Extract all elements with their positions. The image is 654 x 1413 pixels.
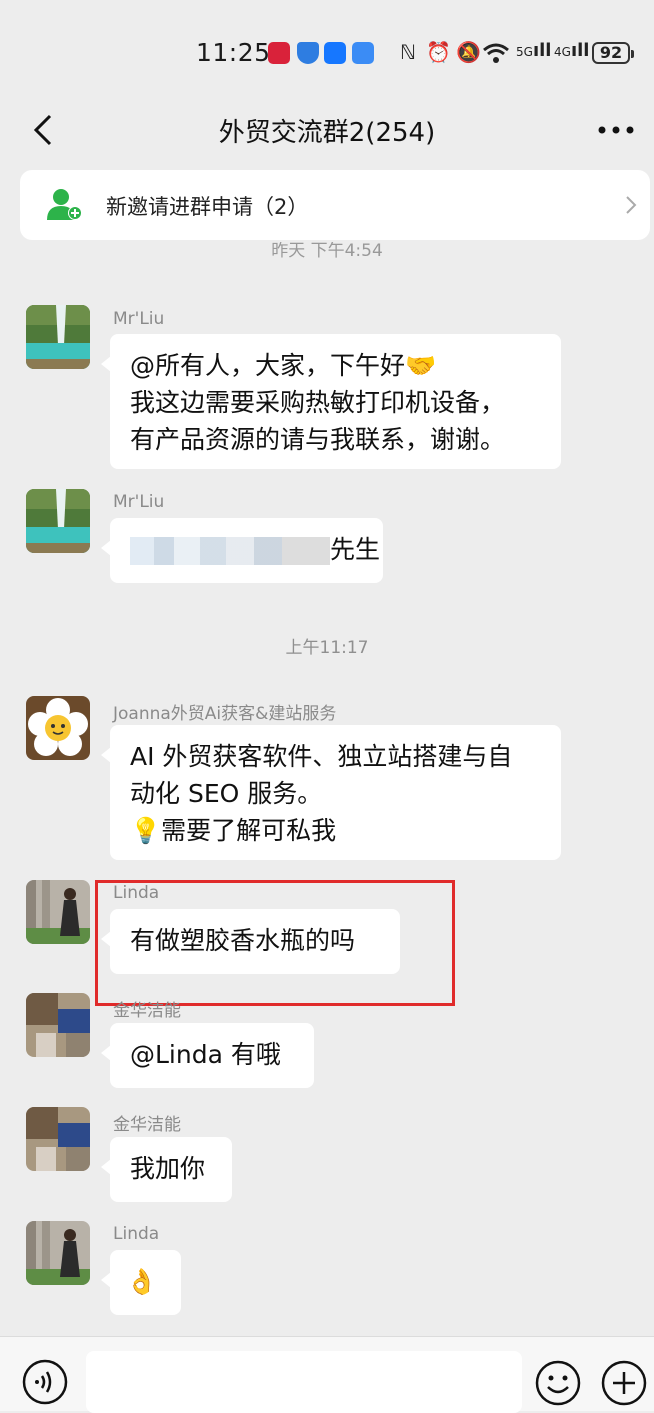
app-notification-icon: [268, 42, 290, 64]
sender-name: Joanna外贸Ai获客&建站服务: [113, 704, 337, 724]
avatar-mrliu[interactable]: [26, 305, 90, 369]
flower-avatar-image: [26, 696, 90, 760]
emoji-icon[interactable]: [534, 1359, 582, 1407]
sender-name: Mr'Liu: [113, 309, 165, 329]
more-options-icon[interactable]: [598, 126, 634, 134]
person-avatar-image: [26, 880, 90, 944]
message-bubble[interactable]: @所有人，大家，下午好🤝 我这边需要采购热敏打印机设备， 有产品资源的请与我联系…: [101, 334, 561, 469]
timestamp-partial: 昨天 下午4:54: [0, 242, 654, 264]
add-member-icon: [47, 189, 82, 220]
ok-hand-emoji: 👌: [126, 1267, 158, 1296]
shield-icon: [297, 42, 319, 64]
message-line: 我这边需要采购热敏打印机设备，: [130, 388, 506, 417]
battery-indicator: 92: [592, 42, 634, 64]
message-bubble[interactable]: @Linda 有哦: [101, 1023, 314, 1088]
message-bubble[interactable]: 我加你: [101, 1137, 232, 1202]
message-bubble[interactable]: AI 外贸获客软件、独立站搭建与自 动化 SEO 服务。 💡需要了解可私我: [101, 725, 561, 860]
wifi-icon: [483, 43, 509, 63]
chat-header: 外贸交流群2(254): [0, 100, 654, 162]
avatar-mrliu[interactable]: [26, 489, 90, 553]
signal-4g-icon: 4Gıll: [554, 40, 590, 61]
cloud-app-icon: [352, 42, 374, 64]
mute-icon: 🔕: [456, 40, 481, 64]
banner-text: 新邀请进群申请（2）: [106, 195, 309, 219]
waterfall-avatar-image: [26, 489, 90, 553]
message-input[interactable]: [86, 1351, 522, 1413]
message-bubble[interactable]: 👌: [101, 1250, 181, 1315]
network-5g-label: 5G: [516, 45, 533, 59]
waterfall-avatar-image: [26, 305, 90, 369]
sender-name: 金华洁能: [113, 1001, 181, 1021]
message-line: AI 外贸获客软件、独立站搭建与自: [130, 742, 513, 771]
voice-input-icon[interactable]: [22, 1359, 68, 1405]
group-invite-banner[interactable]: 新邀请进群申请（2）: [20, 170, 650, 240]
sender-name: Linda: [113, 1224, 160, 1244]
network-4g-label: 4G: [554, 45, 571, 59]
sender-name: Mr'Liu: [113, 492, 165, 512]
alipay-icon: [324, 42, 346, 64]
message-bubble[interactable]: 先生: [101, 518, 383, 583]
plus-icon[interactable]: [600, 1359, 648, 1407]
message-line: 有产品资源的请与我联系，谢谢。: [130, 425, 506, 454]
nfc-icon: ℕ: [400, 40, 417, 64]
message-text: @Linda 有哦: [130, 1040, 281, 1069]
red-highlight-box: [95, 880, 455, 1006]
timestamp-partial-text: 昨天 下午4:54: [271, 242, 383, 261]
alarm-icon: ⏰: [426, 40, 451, 64]
chevron-right-icon: [626, 196, 637, 214]
signal-5g-icon: 5Gıll: [516, 40, 552, 61]
avatar-linda[interactable]: [26, 1221, 90, 1285]
message-line: 💡需要了解可私我: [130, 816, 337, 845]
chat-title: 外贸交流群2(254): [218, 118, 436, 148]
timestamp: 上午11:17: [285, 638, 369, 658]
message-line: @所有人，大家，下午好🤝: [130, 351, 437, 380]
blurred-phone-number: [130, 537, 330, 565]
blurred-avatar-image: [26, 993, 90, 1057]
message-suffix: 先生: [330, 535, 381, 564]
avatar-jinhua[interactable]: [26, 1107, 90, 1171]
avatar-linda[interactable]: [26, 880, 90, 944]
message-line: 动化 SEO 服务。: [130, 779, 323, 808]
status-bar: 11:25 ℕ ⏰ 🔕 5Gıll 4Gıll 92: [0, 0, 654, 100]
sender-name: 金华洁能: [113, 1115, 181, 1135]
avatar-joanna[interactable]: [26, 696, 90, 760]
person-avatar-image: [26, 1221, 90, 1285]
avatar-jinhua[interactable]: [26, 993, 90, 1057]
blurred-avatar-image: [26, 1107, 90, 1171]
message-text: 我加你: [130, 1154, 206, 1183]
status-time: 11:25: [196, 38, 271, 67]
input-bar: [0, 1336, 654, 1413]
